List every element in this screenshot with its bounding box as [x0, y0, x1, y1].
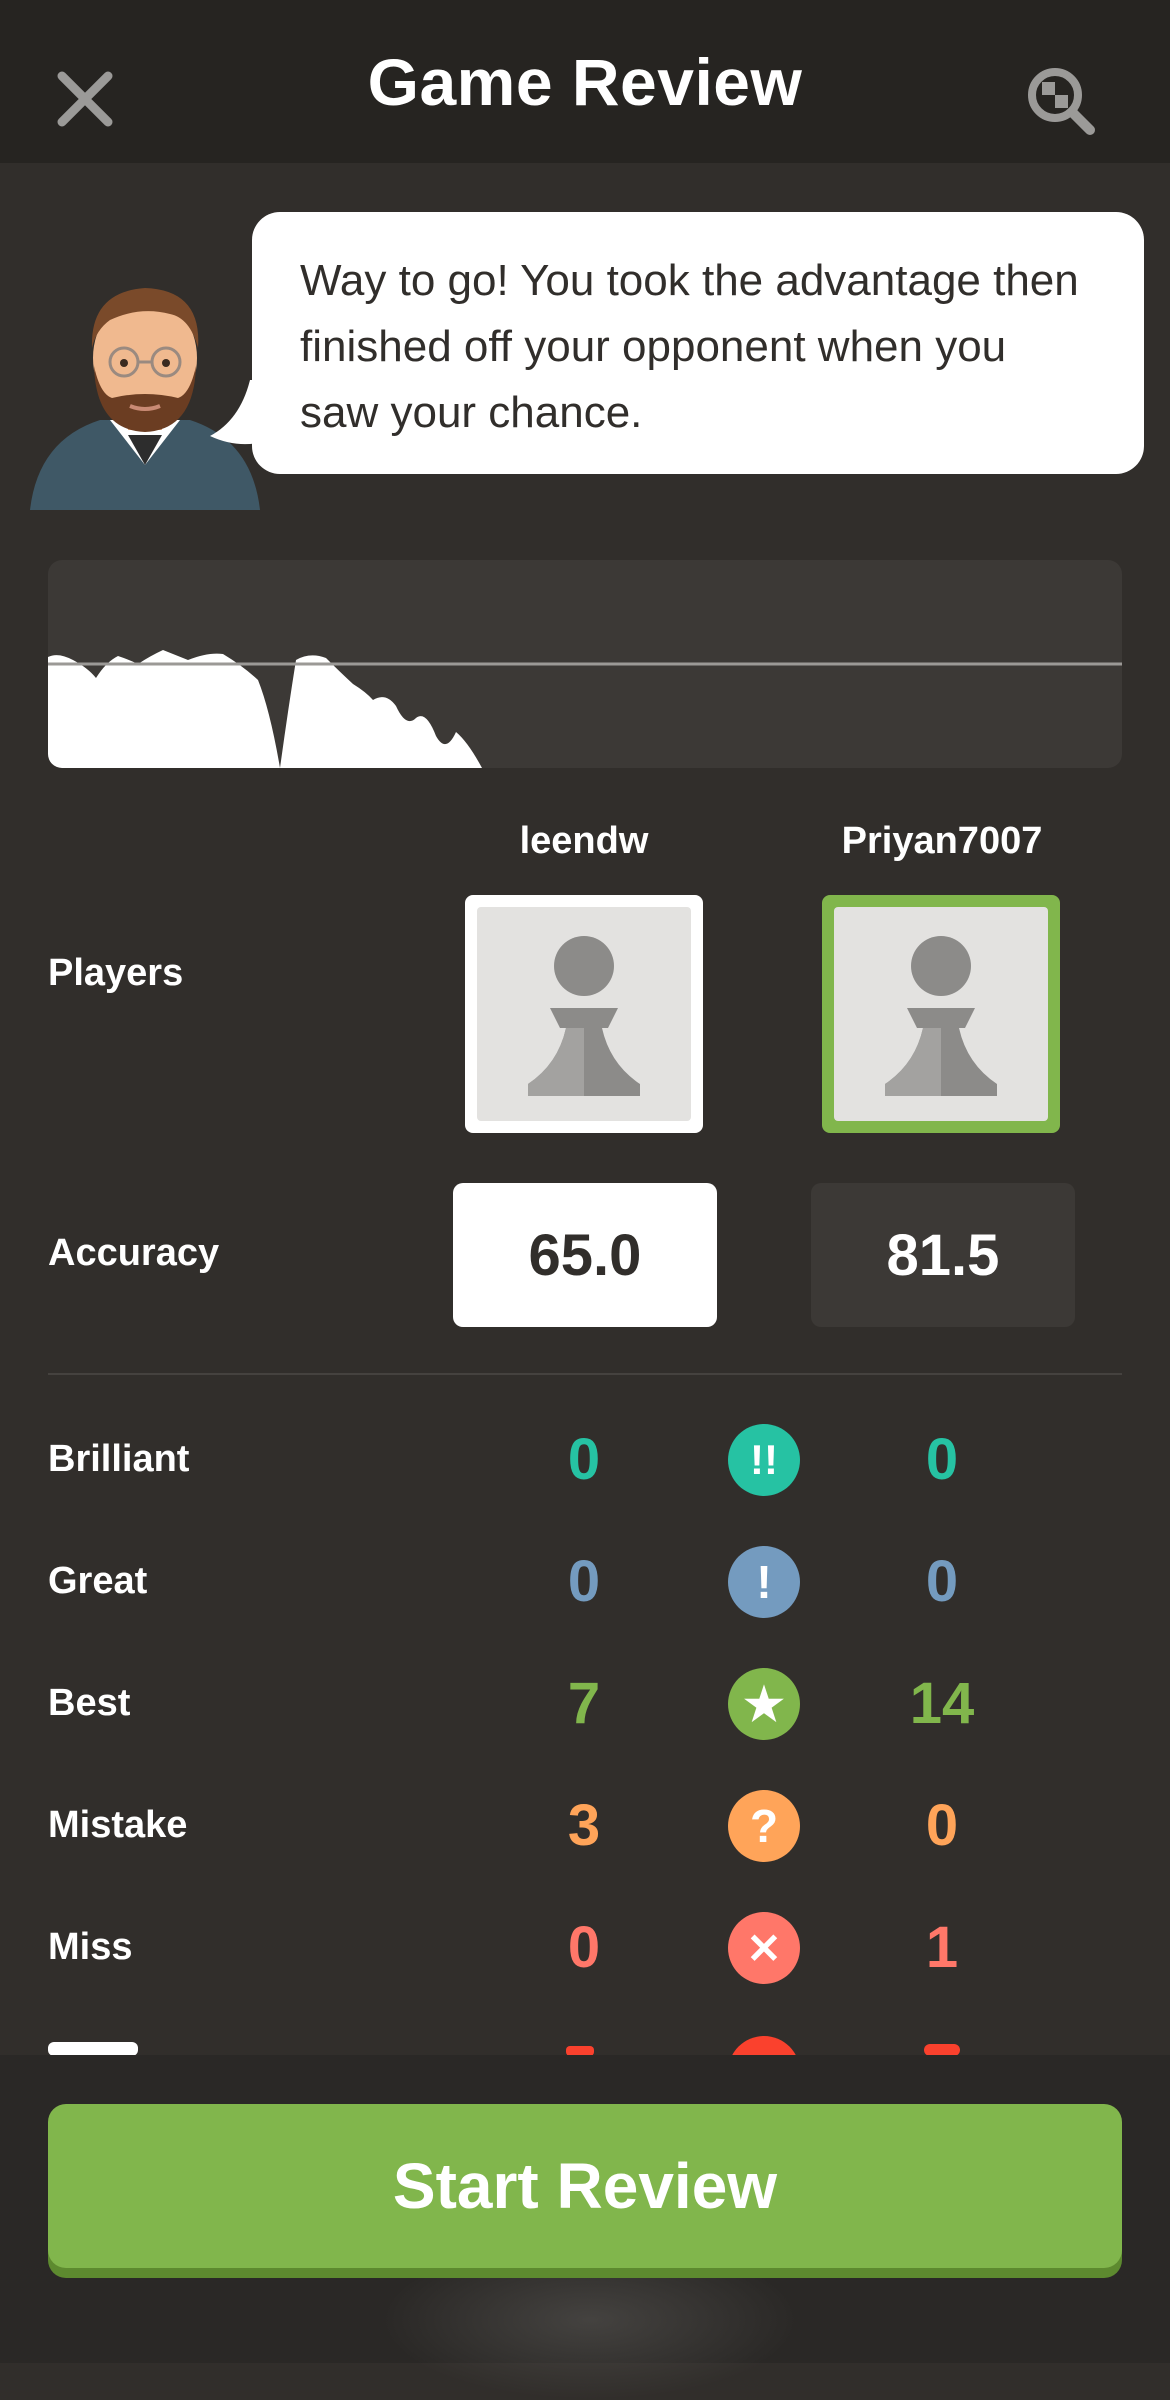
black-best-count: 14: [909, 1671, 975, 1736]
black-player-avatar[interactable]: [822, 895, 1060, 1133]
evaluation-graph[interactable]: [48, 560, 1122, 768]
section-divider: [48, 1373, 1122, 1375]
miss-label: Miss: [48, 1926, 133, 1968]
coach-message: Way to go! You took the advantage then f…: [300, 256, 1079, 437]
black-mistake-count: 0: [925, 1793, 959, 1858]
best-star-icon: ★: [728, 1668, 800, 1740]
black-miss-count: 1: [925, 1915, 959, 1980]
pawn-avatar-icon: [834, 907, 1048, 1121]
great-label: Great: [48, 1560, 148, 1602]
mistake-icon: ?: [728, 1790, 800, 1862]
next-row-peek: [0, 2032, 1170, 2055]
black-great-count: 0: [925, 1549, 959, 1614]
white-miss-count: 0: [567, 1915, 601, 1980]
white-player-avatar[interactable]: [465, 895, 703, 1133]
accuracy-label: Accuracy: [48, 1232, 220, 1274]
black-accuracy: 81.5: [811, 1183, 1075, 1327]
white-best-count: 7: [567, 1671, 601, 1736]
white-accuracy: 65.0: [453, 1183, 717, 1327]
great-icon: !: [728, 1546, 800, 1618]
black-player-name[interactable]: Priyan7007: [792, 820, 1092, 863]
best-label: Best: [48, 1682, 131, 1724]
brilliant-label: Brilliant: [48, 1438, 190, 1480]
white-player-name[interactable]: leendw: [434, 820, 734, 863]
players-label: Players: [48, 952, 184, 994]
top-bar: Game Review: [0, 0, 1170, 163]
mistake-label: Mistake: [48, 1804, 188, 1846]
black-brilliant-count: 0: [925, 1427, 959, 1492]
analysis-search-icon[interactable]: [1020, 60, 1100, 140]
miss-icon: ✕: [728, 1912, 800, 1984]
close-icon[interactable]: [50, 64, 120, 134]
white-advantage-area: [48, 650, 482, 768]
brilliant-icon: !!: [728, 1424, 800, 1496]
coach-speech-bubble: Way to go! You took the advantage then f…: [252, 212, 1144, 474]
page-title: Game Review: [367, 44, 803, 119]
start-review-button[interactable]: Start Review: [48, 2104, 1122, 2268]
white-brilliant-count: 0: [567, 1427, 601, 1492]
pawn-avatar-icon: [477, 907, 691, 1121]
white-great-count: 0: [567, 1549, 601, 1614]
white-mistake-count: 3: [567, 1793, 601, 1858]
